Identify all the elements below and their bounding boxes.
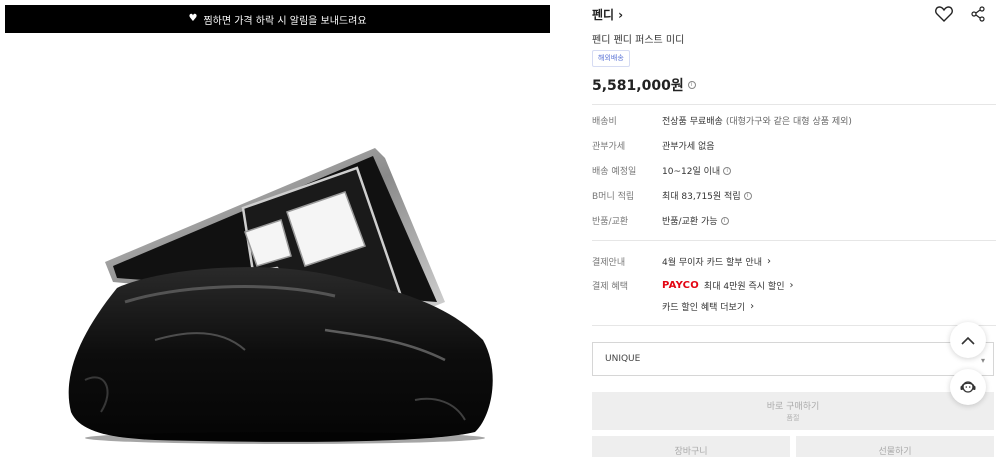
bag-illustration xyxy=(68,148,493,444)
payment-benefit-key: 결제 혜택 xyxy=(592,282,628,292)
divider xyxy=(592,104,996,105)
info-row-delivery-date: 배송 예정일 10~12일 이내 i xyxy=(592,164,732,177)
product-name: 펜디 펜디 퍼스트 미디 xyxy=(592,35,685,46)
payment-guide-row: 결제안내 4월 무이자 카드 할부 안내 › xyxy=(592,255,771,268)
brand-link[interactable]: 펜디 › xyxy=(592,6,623,23)
price-alert-banner[interactable]: ♥ 찜하면 가격 하락 시 알림을 보내드려요 xyxy=(5,5,550,33)
top-actions xyxy=(934,4,988,24)
info-row-customs: 관부가세 관부가세 없음 xyxy=(592,139,715,152)
cart-button[interactable]: 장바구니 xyxy=(592,436,790,457)
info-row-key: 배송 예정일 xyxy=(592,167,637,177)
info-row-value: 전상품 무료배송 xyxy=(662,117,723,127)
installment-guide-text: 4월 무이자 카드 할부 안내 xyxy=(662,258,762,268)
card-benefit-text: 카드 할인 혜택 더보기 xyxy=(662,303,746,313)
payment-guide-key: 결제안내 xyxy=(592,258,626,268)
caret-down-icon: ▾ xyxy=(980,356,985,365)
info-row-bmoney: B머니 적립 최대 83,715원 적립 i xyxy=(592,189,752,202)
info-row-value: 최대 83,715원 적립 xyxy=(662,192,741,202)
divider xyxy=(592,325,996,326)
product-image xyxy=(5,40,550,457)
customer-support-button[interactable] xyxy=(950,369,986,405)
chevron-right-icon: › xyxy=(750,301,755,312)
sold-out-label: 품절 xyxy=(786,414,800,422)
info-row-key: 반품/교환 xyxy=(592,217,629,227)
scroll-top-button[interactable] xyxy=(950,322,986,358)
gift-button[interactable]: 선물하기 xyxy=(796,436,994,457)
info-row-key: B머니 적립 xyxy=(592,192,635,202)
installment-guide-link[interactable]: 4월 무이자 카드 할부 안내 › xyxy=(662,255,771,268)
info-row-key: 배송비 xyxy=(592,117,617,127)
info-row-subtext: (대형가구와 같은 대형 상품 제외) xyxy=(725,117,852,127)
info-row-shipping-fee: 배송비 전상품 무료배송 (대형가구와 같은 대형 상품 제외) xyxy=(592,114,852,127)
info-icon[interactable]: i xyxy=(743,191,752,200)
info-row-value: 반품/교환 가능 xyxy=(662,217,718,227)
option-select-value: UNIQUE xyxy=(605,354,641,364)
cart-label: 장바구니 xyxy=(674,447,708,457)
chevron-right-icon: › xyxy=(789,280,794,291)
share-icon[interactable] xyxy=(968,4,988,24)
heart-icon: ♥ xyxy=(188,13,198,24)
info-row-value: 10~12일 이내 xyxy=(662,167,721,177)
wishlist-heart-icon[interactable] xyxy=(934,4,954,24)
payco-benefit-link[interactable]: PAYCO 최대 4만원 즉시 할인 › xyxy=(662,279,793,292)
info-icon[interactable]: i xyxy=(723,166,732,175)
info-icon[interactable]: i xyxy=(687,81,696,89)
chevron-right-icon: › xyxy=(766,256,771,267)
gift-label: 선물하기 xyxy=(878,447,912,457)
support-agent-icon xyxy=(960,381,976,393)
info-row-return: 반품/교환 반품/교환 가능 i xyxy=(592,214,729,227)
price-value: 5,581,000원 xyxy=(592,78,684,94)
chevron-up-icon xyxy=(961,336,975,345)
price: 5,581,000원 i xyxy=(592,75,696,95)
card-benefit-link[interactable]: 카드 할인 혜택 더보기 › xyxy=(662,300,754,313)
overseas-shipping-badge: 해외배송 xyxy=(592,50,630,67)
info-icon[interactable]: i xyxy=(720,216,729,225)
info-row-value: 관부가세 없음 xyxy=(662,142,715,152)
buy-now-button[interactable]: 바로 구매하기 품절 xyxy=(592,392,994,430)
payco-benefit-text: 최대 4만원 즉시 할인 xyxy=(703,282,785,292)
payment-benefit-row: 결제 혜택 PAYCO 최대 4만원 즉시 할인 › xyxy=(592,279,793,292)
banner-text: 찜하면 가격 하락 시 알림을 보내드려요 xyxy=(203,15,367,27)
chevron-right-icon: › xyxy=(618,7,624,22)
brand-name: 펜디 xyxy=(592,8,615,22)
divider xyxy=(592,240,996,241)
buy-now-label: 바로 구매하기 xyxy=(766,402,820,412)
info-row-key: 관부가세 xyxy=(592,142,626,152)
payco-logo: PAYCO xyxy=(662,280,699,291)
option-select[interactable]: UNIQUE ▾ xyxy=(592,342,994,376)
